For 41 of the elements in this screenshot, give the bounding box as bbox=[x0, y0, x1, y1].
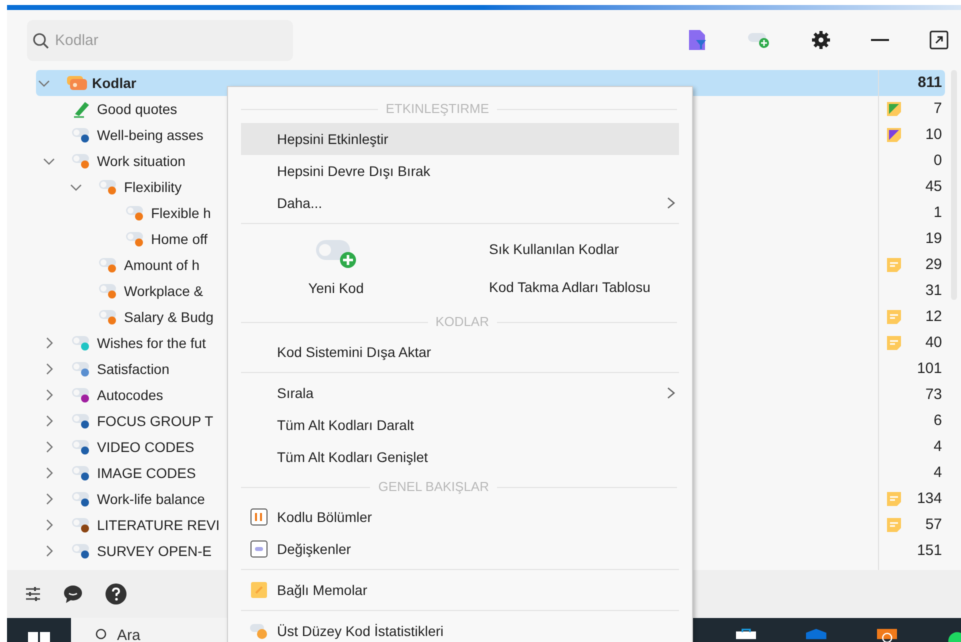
count: 134 bbox=[916, 488, 943, 509]
code-label: Salary & Budg bbox=[124, 308, 214, 327]
code-label: Work-life balance bbox=[97, 490, 205, 508]
code-label: Kodlar bbox=[92, 74, 136, 92]
code-label: Wishes for the fut bbox=[97, 334, 206, 352]
count: 101 bbox=[916, 358, 943, 379]
code-label: SURVEY OPEN-E bbox=[97, 542, 212, 560]
count: 811 bbox=[916, 72, 943, 93]
code-label: Amount of h bbox=[124, 256, 200, 274]
code-label: VIDEO CODES bbox=[97, 438, 194, 456]
count: 0 bbox=[932, 150, 943, 171]
menu-section-header: GENEL BAKIŞLAR bbox=[378, 478, 489, 496]
count: 4 bbox=[932, 462, 943, 483]
code-label: Home off bbox=[151, 230, 208, 248]
count: 10 bbox=[924, 124, 943, 145]
code-label: FOCUS GROUP T bbox=[97, 412, 214, 430]
code-label: Flexible h bbox=[151, 204, 211, 222]
count: 31 bbox=[924, 280, 943, 301]
menu-section-header: KODLAR bbox=[436, 313, 489, 332]
count: 73 bbox=[924, 384, 943, 405]
code-label: Work situation bbox=[97, 152, 186, 170]
count: 6 bbox=[932, 410, 943, 431]
count: 45 bbox=[924, 176, 943, 197]
code-label: IMAGE CODES bbox=[97, 464, 196, 482]
code-label: Good quotes bbox=[97, 100, 178, 119]
count: 1 bbox=[932, 202, 943, 223]
count: 12 bbox=[924, 306, 943, 327]
menu-section-header: ETKINLEŞTIRME bbox=[386, 100, 489, 118]
code-label: Workplace & bbox=[124, 282, 204, 301]
count: 151 bbox=[916, 540, 943, 561]
count: 19 bbox=[924, 228, 943, 249]
code-label: LITERATURE REVI bbox=[97, 516, 220, 534]
count: 40 bbox=[924, 332, 943, 353]
code-label: Flexibility bbox=[124, 178, 182, 197]
count: 4 bbox=[932, 436, 943, 457]
code-label: Well-being asses bbox=[97, 126, 204, 145]
code-label: Satisfaction bbox=[97, 360, 170, 378]
count: 29 bbox=[924, 254, 943, 275]
code-label: Autocodes bbox=[97, 386, 164, 404]
count: 57 bbox=[924, 514, 943, 535]
count: 7 bbox=[932, 98, 943, 119]
